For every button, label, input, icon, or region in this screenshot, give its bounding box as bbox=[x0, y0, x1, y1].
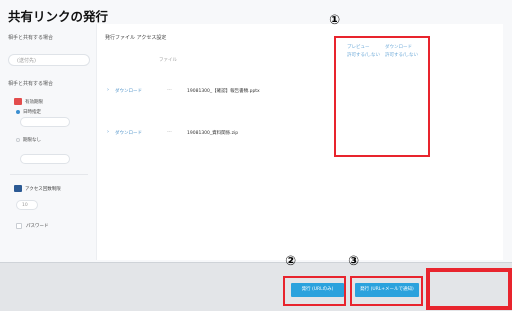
annotation-box-2 bbox=[283, 276, 346, 306]
annotation-marker-3: ③ bbox=[348, 254, 360, 269]
recipient-section-label: 相手と共有する場合 bbox=[8, 35, 54, 41]
calendar-icon bbox=[14, 98, 22, 105]
row-status: --- bbox=[167, 130, 172, 135]
file-access-header: 発行ファイル アクセス設定 bbox=[105, 35, 167, 41]
expiry-label: 有効期限 bbox=[25, 100, 43, 105]
share-section-label: 相手と共有する場合 bbox=[8, 81, 54, 87]
divider bbox=[10, 174, 88, 175]
annotation-box-4 bbox=[426, 268, 512, 310]
row-download-link[interactable]: ダウンロード bbox=[115, 130, 142, 136]
settings-sidebar: 相手と共有する場合 (送付先) 相手と共有する場合 有効期限 日時指定 期限なし… bbox=[6, 24, 92, 234]
row-toggle-icon[interactable]: › bbox=[107, 129, 109, 135]
download-limit-label: アクセス回数制限 bbox=[25, 187, 61, 192]
radio-no-expiry[interactable] bbox=[16, 138, 20, 142]
radio-date-selected[interactable] bbox=[16, 110, 20, 114]
recipient-input[interactable]: (送付先) bbox=[8, 54, 90, 66]
row-toggle-icon[interactable]: › bbox=[107, 87, 109, 93]
radio-date-label: 日時指定 bbox=[23, 110, 41, 115]
row-file-name: 19081300_【確認】報告書類.pptx bbox=[187, 89, 260, 94]
radio-no-expiry-label: 期限なし bbox=[23, 138, 41, 143]
password-label: パスワード bbox=[26, 224, 49, 229]
file-list-panel: 発行ファイル アクセス設定 ファイル › ダウンロード --- 19081300… bbox=[96, 24, 503, 260]
annotation-marker-2: ② bbox=[285, 254, 297, 269]
row-file-name: 19081300_資料関係.zip bbox=[187, 131, 239, 136]
page-title: 共有リンクの発行 bbox=[8, 9, 109, 24]
lock-icon bbox=[14, 185, 22, 192]
row-status: --- bbox=[167, 88, 172, 93]
download-limit-input[interactable]: 10 bbox=[16, 200, 38, 210]
row-download-link[interactable]: ダウンロード bbox=[115, 88, 142, 94]
annotation-marker-1: ① bbox=[329, 13, 341, 28]
file-column-label: ファイル bbox=[159, 58, 177, 63]
annotation-box-1 bbox=[334, 36, 430, 157]
time-input[interactable] bbox=[20, 154, 70, 164]
date-input[interactable] bbox=[20, 117, 70, 127]
annotation-box-3 bbox=[350, 276, 423, 306]
password-checkbox[interactable] bbox=[16, 223, 22, 229]
